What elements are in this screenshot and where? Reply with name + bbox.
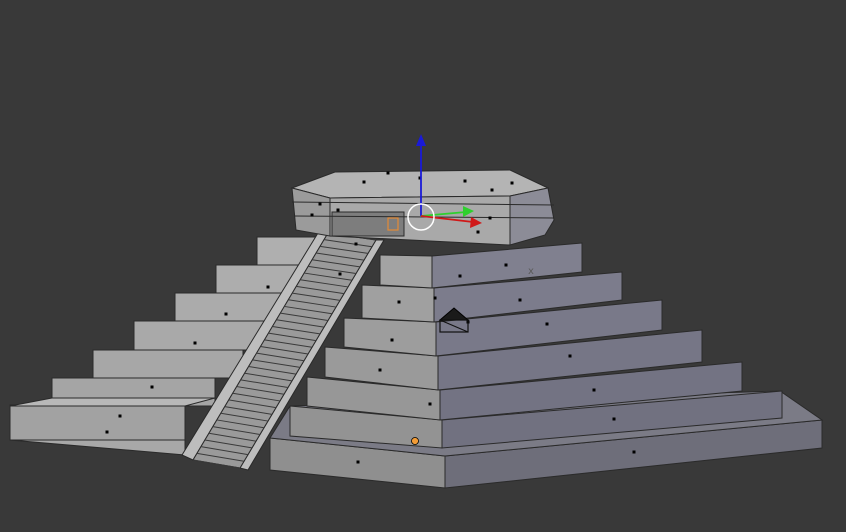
- mesh-vertex[interactable]: [476, 230, 480, 234]
- scene-canvas[interactable]: ⅹ: [0, 0, 846, 532]
- mesh-vertex[interactable]: [490, 188, 494, 192]
- step-1-left[interactable]: [9, 405, 186, 441]
- mesh-vertex[interactable]: [118, 414, 122, 418]
- z-axis-head[interactable]: [416, 134, 426, 146]
- mesh-vertex[interactable]: [428, 402, 432, 406]
- mesh-vertex[interactable]: [224, 312, 228, 316]
- temple-top[interactable]: [290, 169, 550, 199]
- step-3-left[interactable]: [92, 349, 244, 379]
- temple-doorway[interactable]: [331, 211, 405, 237]
- mesh-vertex[interactable]: [397, 300, 401, 304]
- mesh-vertex[interactable]: [463, 179, 467, 183]
- mesh-vertex[interactable]: [354, 242, 358, 246]
- mesh-vertex[interactable]: [386, 171, 390, 175]
- mesh-vertex[interactable]: [568, 354, 572, 358]
- cursor-glyph: ⅹ: [528, 266, 534, 277]
- mesh-vertex[interactable]: [356, 460, 360, 464]
- mesh-vertex[interactable]: [318, 202, 322, 206]
- temple[interactable]: [290, 169, 555, 246]
- mesh-vertex[interactable]: [378, 368, 382, 372]
- mesh-vertex[interactable]: [362, 180, 366, 184]
- origin-dot-icon[interactable]: [411, 437, 419, 445]
- mesh-vertex[interactable]: [488, 216, 492, 220]
- mesh-vertex[interactable]: [266, 285, 270, 289]
- mesh-vertex[interactable]: [592, 388, 596, 392]
- mesh-vertex[interactable]: [150, 385, 154, 389]
- temple-side[interactable]: [509, 187, 555, 246]
- 3d-viewport[interactable]: ⅹ: [0, 0, 846, 532]
- mesh-vertex[interactable]: [632, 450, 636, 454]
- mesh-vertex[interactable]: [458, 274, 462, 278]
- mesh-vertex[interactable]: [310, 213, 314, 217]
- mesh-vertex[interactable]: [545, 322, 549, 326]
- mesh-vertex[interactable]: [518, 298, 522, 302]
- mesh-vertex[interactable]: [612, 417, 616, 421]
- mesh-vertex[interactable]: [105, 430, 109, 434]
- mesh-vertex[interactable]: [504, 263, 508, 267]
- mesh-vertex[interactable]: [336, 208, 340, 212]
- step-1-left-ledge: [9, 397, 216, 407]
- mesh-vertex[interactable]: [433, 296, 437, 300]
- mesh-vertex[interactable]: [193, 341, 197, 345]
- mesh-vertex[interactable]: [390, 338, 394, 342]
- mesh-vertex[interactable]: [510, 181, 514, 185]
- step-7-right-front[interactable]: [379, 254, 433, 289]
- mesh-vertex[interactable]: [338, 272, 342, 276]
